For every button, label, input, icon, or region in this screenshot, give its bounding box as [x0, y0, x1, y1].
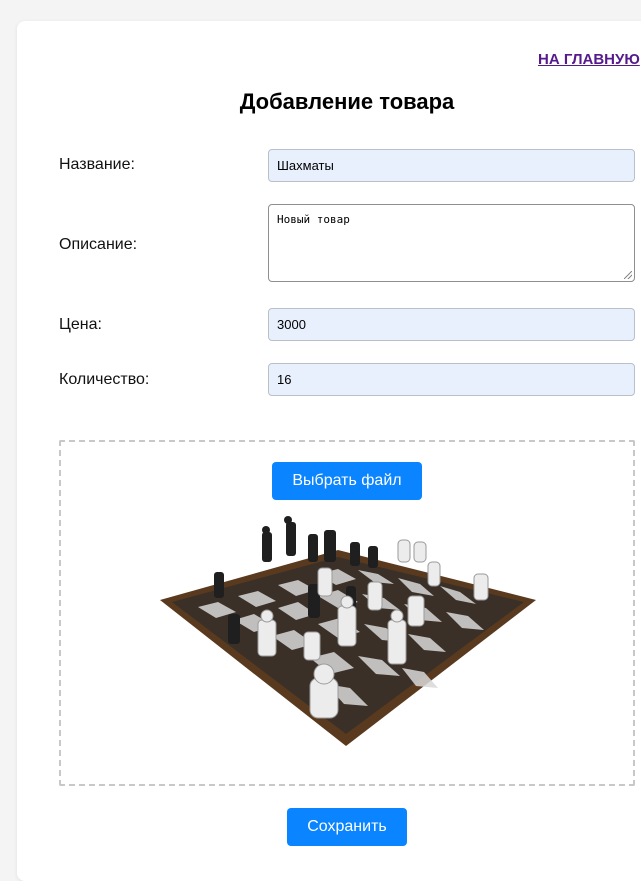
name-input[interactable]: Шахматы: [268, 149, 635, 182]
name-label: Название:: [59, 156, 135, 173]
quantity-label: Количество:: [59, 371, 150, 388]
choose-file-button[interactable]: Выбрать файл: [272, 462, 422, 500]
description-label: Описание:: [59, 236, 138, 253]
price-label: Цена:: [59, 316, 102, 333]
resize-grip-icon[interactable]: [624, 271, 632, 279]
home-link[interactable]: НА ГЛАВНУЮ: [538, 51, 640, 68]
page-title: Добавление товара: [239, 89, 455, 114]
description-textarea[interactable]: Новый товар: [268, 204, 635, 282]
save-button[interactable]: Сохранить: [287, 808, 407, 846]
quantity-input[interactable]: 16: [268, 363, 635, 396]
description-text: Новый товар: [277, 213, 350, 226]
chessboard-image-preview: [160, 516, 536, 746]
price-input[interactable]: 3000: [268, 308, 635, 341]
